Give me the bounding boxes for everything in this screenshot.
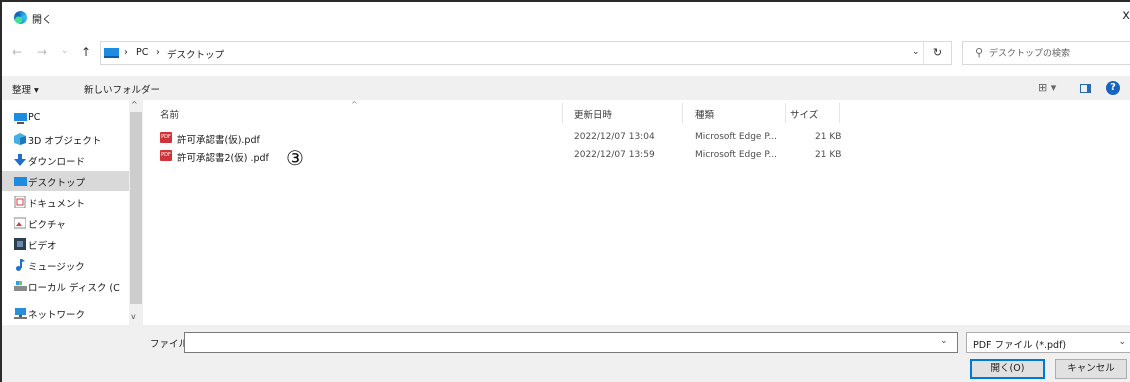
local-disk-icon [14,280,27,292]
nav-label: ミュージック [28,262,85,273]
file-size: 21 KB [815,150,842,160]
nav-item-videos[interactable]: ビデオ [2,234,129,254]
nav-item-local-disk[interactable]: ローカル ディスク (C [2,276,129,296]
file-type: Microsoft Edge P... [695,132,777,142]
desktop-icon [14,175,27,187]
nav-item-music[interactable]: ミュージック [2,255,129,275]
organize-button[interactable]: 整理 ▾ [12,82,39,96]
nav-item-network[interactable]: ネットワーク [2,303,129,323]
filename-input[interactable] [184,332,958,353]
breadcrumb-desktop[interactable]: デスクトップ [167,47,224,61]
file-row[interactable]: PDF 許可承認書(仮).pdf 2022/12/07 13:04 Micros… [142,129,1130,147]
filetype-select[interactable]: PDF ファイル (*.pdf) ⌄ [966,332,1130,353]
nav-label: ローカル ディスク (C [28,283,120,294]
file-name: 許可承認書2(仮) .pdf [177,153,269,164]
column-divider[interactable] [682,103,683,123]
music-icon [14,259,26,271]
scrollbar-thumb[interactable] [130,112,142,304]
nav-item-documents[interactable]: ドキュメント [2,192,129,212]
breadcrumb-separator: › [124,47,128,58]
help-icon[interactable]: ? [1106,81,1120,95]
file-list: ^ 名前 更新日時 種類 サイズ PDF 許可承認書(仮).pdf 2022/1… [142,100,1130,325]
preview-pane-icon[interactable] [1080,84,1091,93]
nav-item-pc[interactable]: PC [2,108,129,128]
step-annotation: ③ [286,146,304,170]
breadcrumb-pc[interactable]: PC [136,47,148,58]
nav-label: ピクチャ [28,220,66,231]
search-input[interactable] [989,45,1129,62]
close-icon[interactable]: x [1122,8,1130,23]
open-button[interactable]: 開く(O) [970,359,1045,379]
nav-label: ネットワーク [28,310,86,321]
file-type: Microsoft Edge P... [695,150,777,160]
network-icon [14,307,27,319]
download-icon [14,154,26,166]
column-header-name[interactable]: 名前 [160,107,179,121]
up-folder-icon[interactable]: ↑ [81,45,91,59]
pdf-file-icon: PDF [160,150,172,161]
recent-locations-icon[interactable]: ⌄ [61,46,69,56]
search-icon: ⚲ [975,46,984,59]
nav-scrollbar[interactable]: ^ v [129,100,143,325]
filetype-value: PDF ファイル (*.pdf) [973,340,1067,351]
videos-icon [14,238,26,250]
column-header-size[interactable]: サイズ [790,107,818,121]
edge-browser-icon [14,11,27,24]
title-bar: 開く x [2,2,1130,32]
breadcrumb-separator: › [156,47,160,58]
file-name: 許可承認書(仮).pdf [177,135,260,146]
nav-label: ダウンロード [28,157,86,168]
search-box[interactable]: ⚲ [962,41,1130,65]
column-header-type[interactable]: 種類 [695,107,714,121]
chevron-down-icon[interactable]: ⌄ [940,336,948,346]
new-folder-button[interactable]: 新しいフォルダー [84,82,160,96]
refresh-icon[interactable]: ↻ [923,42,951,64]
pictures-icon [13,217,27,229]
view-options-icon[interactable]: ⊞ ▾ [1038,81,1056,94]
pdf-file-icon: PDF [160,132,172,143]
chevron-down-icon: ⌄ [1118,337,1126,347]
address-box[interactable]: › PC › デスクトップ ⌄ ↻ [100,41,952,65]
forward-icon[interactable]: → [37,45,47,59]
nav-label: ドキュメント [28,199,86,210]
dialog-footer: ファイル名(N): ⌄ PDF ファイル (*.pdf) ⌄ 開く(O) キャン… [2,325,1130,382]
pc-icon [14,112,27,124]
file-modified: 2022/12/07 13:59 [574,150,655,160]
window-title: 開く [32,15,52,26]
cancel-button[interactable]: キャンセル [1055,359,1127,379]
toolbar: 整理 ▾ 新しいフォルダー ⊞ ▾ ? [2,76,1130,100]
address-bar-row: ← → ⌄ ↑ › PC › デスクトップ ⌄ ↻ ⚲ [2,39,1130,69]
column-header-modified[interactable]: 更新日時 [574,107,612,121]
column-divider[interactable] [562,103,563,123]
3d-objects-icon [14,133,26,145]
nav-item-3d-objects[interactable]: 3D オブジェクト [2,129,129,149]
nav-item-desktop[interactable]: デスクトップ [2,171,129,191]
scroll-up-icon[interactable]: ^ [131,100,138,109]
nav-label: デスクトップ [28,178,86,189]
sort-indicator-icon: ^ [351,100,358,109]
file-size: 21 KB [815,132,842,142]
nav-label: ビデオ [28,241,57,252]
nav-item-pictures[interactable]: ピクチャ [2,213,129,233]
chevron-down-icon[interactable]: ⌄ [912,47,920,57]
documents-icon [14,195,26,209]
pc-icon [104,48,119,58]
column-divider[interactable] [785,103,786,123]
nav-label: PC [28,112,41,123]
nav-item-downloads[interactable]: ダウンロード [2,150,129,170]
scroll-down-icon[interactable]: v [131,312,136,321]
back-icon[interactable]: ← [12,45,22,59]
file-modified: 2022/12/07 13:04 [574,132,655,142]
nav-label: 3D オブジェクト [28,136,102,147]
column-divider[interactable] [839,103,840,123]
navigation-pane: PC 3D オブジェクト ダウンロード デスクトップ ドキュメント ピクチャ ビ… [2,100,143,325]
